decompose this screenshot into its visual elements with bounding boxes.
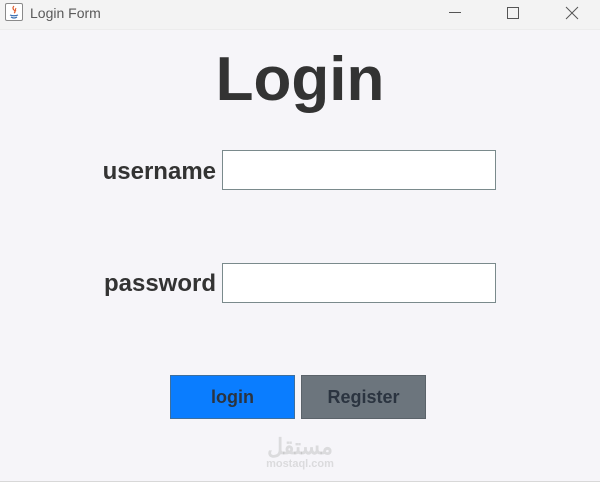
- close-button[interactable]: [549, 0, 595, 28]
- minimize-button[interactable]: [432, 0, 478, 28]
- login-window: Login Form Login username password login…: [0, 0, 600, 482]
- watermark-latin-text: mostaql.com: [266, 458, 334, 470]
- maximize-button[interactable]: [490, 0, 536, 28]
- watermark-arabic-text: مستقل: [267, 434, 333, 459]
- username-input[interactable]: [222, 150, 496, 190]
- watermark-logo: مستقل mostaql.com: [240, 434, 360, 471]
- login-heading: Login: [215, 45, 385, 114]
- title-bar[interactable]: Login Form: [0, 0, 600, 30]
- maximize-icon: [507, 7, 519, 19]
- password-label: password: [103, 270, 216, 297]
- java-app-icon: [5, 3, 23, 21]
- window-title: Login Form: [30, 5, 101, 21]
- password-input[interactable]: [222, 263, 496, 303]
- minimize-icon: [449, 12, 461, 13]
- login-button[interactable]: login: [170, 375, 295, 419]
- close-icon: [565, 6, 579, 20]
- username-label: username: [102, 158, 216, 185]
- register-button[interactable]: Register: [301, 375, 426, 419]
